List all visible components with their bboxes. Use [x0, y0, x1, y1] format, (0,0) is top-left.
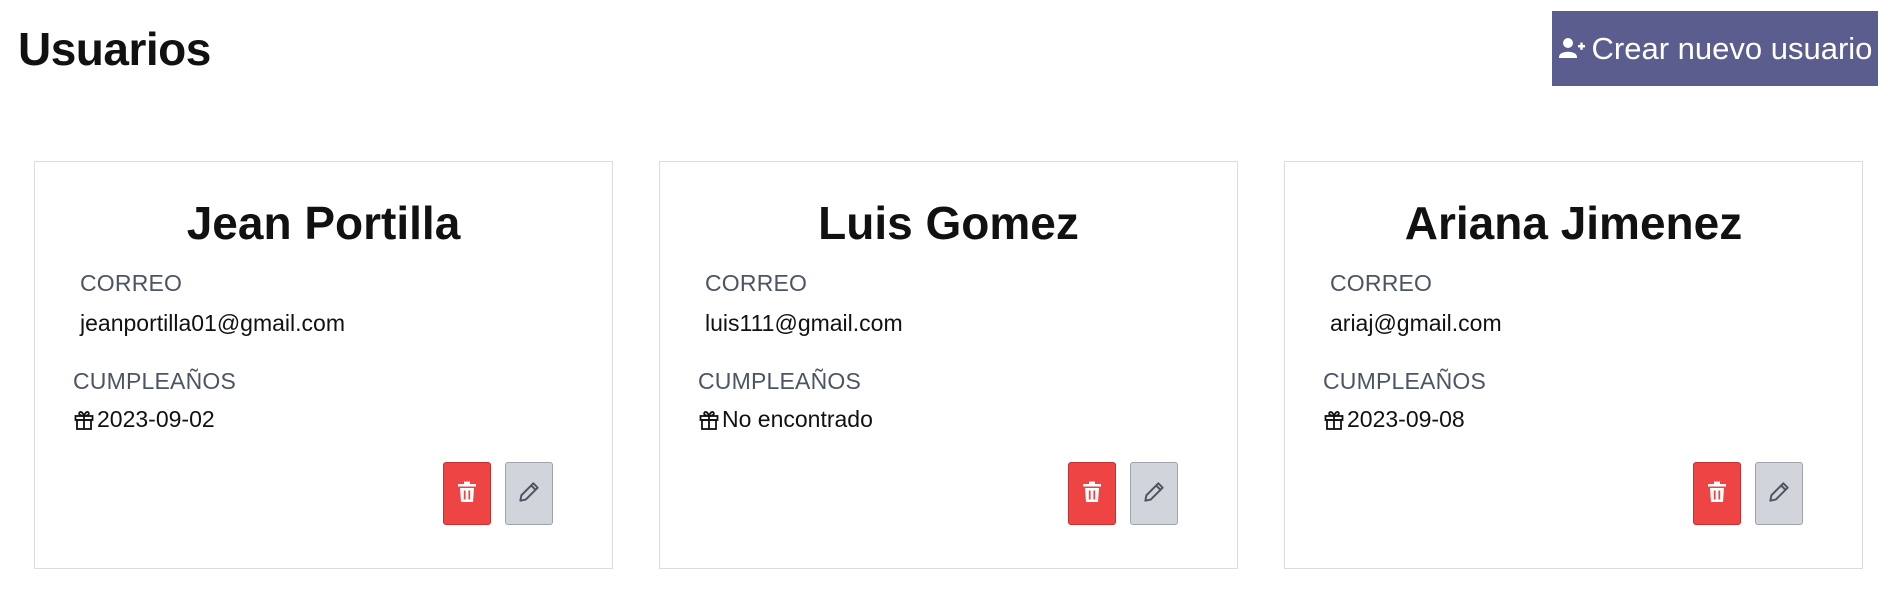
email-label: CORREO — [1330, 270, 1433, 296]
user-card-list: Jean Portilla CORREO jeanportilla01@gmai… — [34, 161, 1863, 569]
create-user-button[interactable]: Crear nuevo usuario — [1552, 11, 1878, 86]
user-birthday: 2023-09-02 — [73, 406, 215, 433]
trash-icon — [1080, 479, 1104, 508]
birthday-label: CUMPLEAÑOS — [73, 368, 237, 394]
edit-user-button[interactable] — [1130, 462, 1178, 525]
user-birthday: 2023-09-08 — [1323, 406, 1465, 433]
user-email: ariaj@gmail.com — [1330, 310, 1502, 336]
user-name: Ariana Jimenez — [1404, 197, 1743, 249]
gift-icon — [1323, 409, 1345, 431]
birthday-label: CUMPLEAÑOS — [1323, 368, 1487, 394]
user-card: Luis Gomez CORREO luis111@gmail.com CUMP… — [659, 161, 1238, 569]
edit-user-button[interactable] — [1755, 462, 1803, 525]
gift-icon — [73, 409, 95, 431]
delete-user-button[interactable] — [1693, 462, 1741, 525]
gift-icon — [698, 409, 720, 431]
pencil-icon — [1141, 479, 1167, 508]
birthday-label: CUMPLEAÑOS — [698, 368, 862, 394]
user-name: Luis Gomez — [818, 197, 1079, 249]
delete-user-button[interactable] — [1068, 462, 1116, 525]
user-birthday-value: 2023-09-08 — [1347, 406, 1465, 432]
user-card: Jean Portilla CORREO jeanportilla01@gmai… — [34, 161, 613, 569]
edit-user-button[interactable] — [505, 462, 553, 525]
user-birthday: No encontrado — [698, 406, 873, 433]
trash-icon — [455, 479, 479, 508]
users-page: Usuarios Crear nuevo usuario Jean Portil… — [0, 0, 1888, 600]
user-card: Ariana Jimenez CORREO ariaj@gmail.com CU… — [1284, 161, 1863, 569]
user-email: jeanportilla01@gmail.com — [80, 310, 345, 336]
email-label: CORREO — [80, 270, 183, 296]
user-email: luis111@gmail.com — [705, 310, 903, 336]
user-plus-icon — [1558, 35, 1586, 63]
user-birthday-value: No encontrado — [722, 406, 873, 432]
pencil-icon — [516, 479, 542, 508]
delete-user-button[interactable] — [443, 462, 491, 525]
trash-icon — [1705, 479, 1729, 508]
page-title: Usuarios — [18, 23, 211, 75]
pencil-icon — [1766, 479, 1792, 508]
user-birthday-value: 2023-09-02 — [97, 406, 215, 432]
create-user-button-label: Crear nuevo usuario — [1591, 30, 1873, 66]
email-label: CORREO — [705, 270, 808, 296]
user-name: Jean Portilla — [186, 197, 461, 249]
